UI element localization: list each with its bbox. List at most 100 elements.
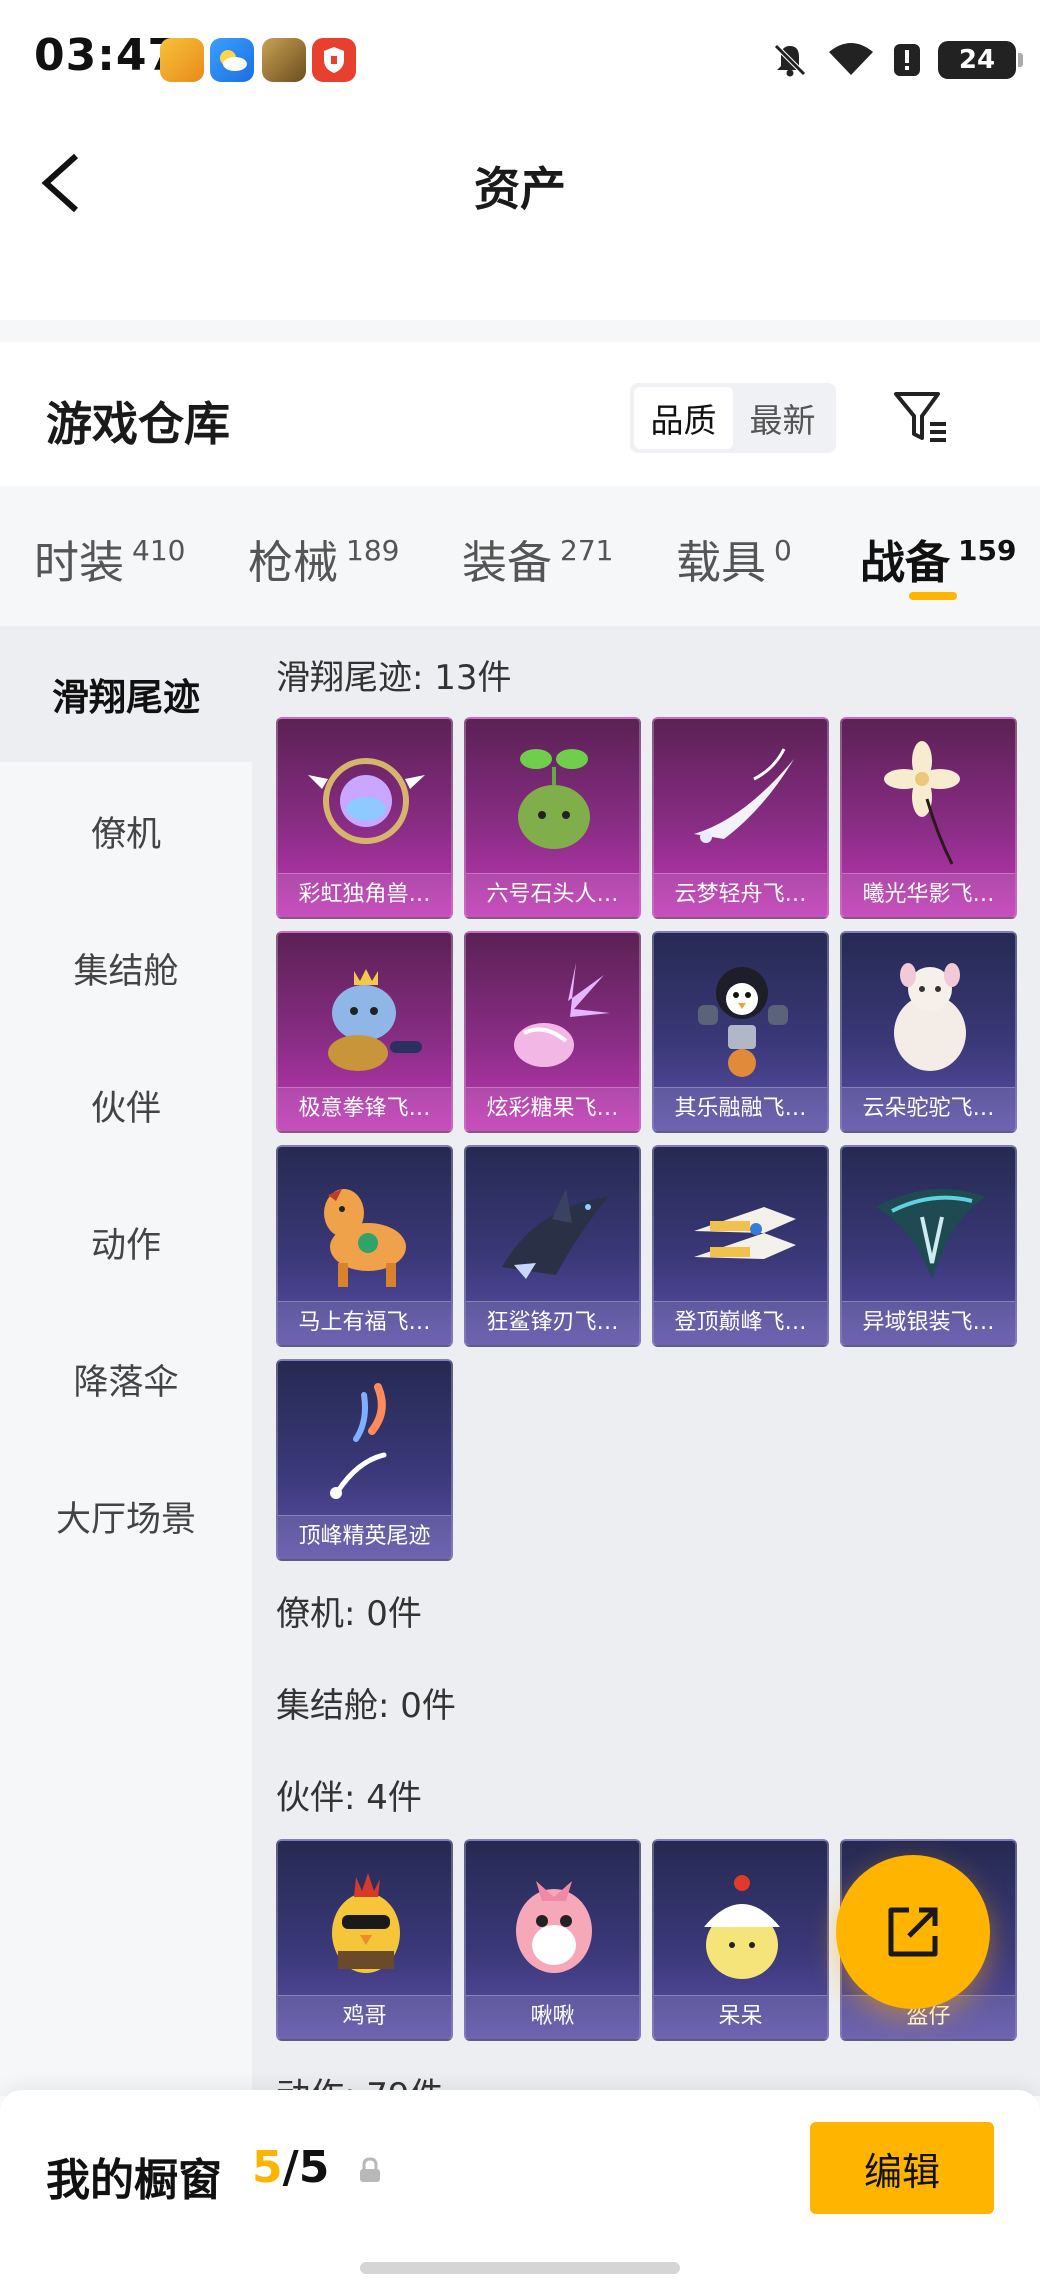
tab-fashion[interactable]: 时装 410 — [34, 526, 185, 591]
share-fab[interactable] — [836, 1855, 990, 2009]
tab-count: 0 — [774, 534, 792, 567]
tab-count: 159 — [958, 534, 1017, 567]
active-tab-indicator — [909, 592, 957, 600]
sidebar-item-emote[interactable]: 动作 — [0, 1174, 252, 1310]
item-label: 狂鲨锋刃飞… — [466, 1301, 639, 1345]
item-art — [704, 1875, 780, 1979]
item-art — [884, 741, 960, 865]
tab-label: 时装 — [34, 536, 125, 589]
sidebar-item-partner[interactable]: 伙伴 — [0, 1037, 252, 1173]
item-label: 曦光华影飞… — [842, 873, 1015, 917]
wifi-icon — [829, 43, 873, 75]
tab-count: 410 — [132, 534, 186, 567]
item-art — [330, 1383, 387, 1499]
tab-label: 枪械 — [248, 536, 339, 589]
item-card[interactable]: 异域银装飞… — [840, 1145, 1017, 1347]
sidebar-item-assembly-pod[interactable]: 集结舱 — [0, 900, 252, 1036]
bell-muted-icon — [774, 44, 806, 77]
sort-quality-option[interactable]: 品质 — [634, 387, 733, 449]
item-card[interactable]: 其乐融融飞… — [652, 931, 829, 1133]
item-card[interactable]: 六号石头人… — [464, 717, 641, 919]
item-art — [876, 1189, 986, 1279]
item-art — [514, 963, 610, 1067]
item-art — [516, 1881, 592, 1973]
item-label: 炫彩糖果飞… — [466, 1087, 639, 1131]
item-card[interactable]: 啾啾 — [464, 1839, 641, 2041]
status-time: 03:47 — [34, 30, 180, 81]
tab-guns[interactable]: 枪械 189 — [248, 526, 399, 591]
alert-icon — [894, 44, 920, 76]
tab-equipment[interactable]: 装备 271 — [462, 526, 613, 591]
sidebar-item-parachute[interactable]: 降落伞 — [0, 1311, 252, 1447]
item-label: 极意拳锋飞… — [278, 1087, 451, 1131]
item-label: 鸡哥 — [278, 1995, 451, 2039]
item-label: 登顶巅峰飞… — [654, 1301, 827, 1345]
item-card[interactable]: 曦光华影飞… — [840, 717, 1017, 919]
item-art — [502, 1189, 608, 1279]
warehouse-title: 游戏仓库 — [46, 397, 230, 451]
item-card[interactable]: 呆呆 — [652, 1839, 829, 2041]
battery-icon: 24 — [938, 41, 1023, 79]
section-title-wingman: 僚机: 0件 — [276, 1594, 422, 1634]
item-card[interactable]: 鸡哥 — [276, 1839, 453, 2041]
item-label: 彩虹独角兽… — [278, 873, 451, 917]
item-art — [518, 749, 590, 849]
item-label: 六号石头人… — [466, 873, 639, 917]
item-label: 其乐融融飞… — [654, 1087, 827, 1131]
tab-vehicles[interactable]: 载具 0 — [676, 526, 792, 591]
item-art — [894, 963, 966, 1071]
item-label: 顶峰精英尾迹 — [278, 1515, 451, 1559]
item-art — [694, 748, 794, 843]
item-card[interactable]: 极意拳锋飞… — [276, 931, 453, 1133]
item-label: 呆呆 — [654, 1995, 827, 2039]
category-tab-bar: 时装 410 枪械 189 装备 271 载具 0 战备 159 — [0, 486, 1040, 626]
item-card[interactable]: 炫彩糖果飞… — [464, 931, 641, 1133]
item-card[interactable]: 彩虹独角兽… — [276, 717, 453, 919]
showcase-count: 5/5 — [252, 2142, 329, 2193]
item-label: 云朵驼驼飞… — [842, 1087, 1015, 1131]
item-art — [328, 969, 422, 1071]
item-label: 马上有福飞… — [278, 1301, 451, 1345]
header-divider — [0, 320, 1040, 342]
section-title-glide-trail: 滑翔尾迹: 13件 — [276, 658, 512, 698]
game-app-icon-2 — [262, 38, 306, 82]
filter-button[interactable] — [888, 384, 954, 450]
tab-label: 战备 — [860, 536, 951, 589]
page-title: 资产 — [474, 162, 566, 216]
item-card[interactable]: 狂鲨锋刃飞… — [464, 1145, 641, 1347]
section-title-partner: 伙伴: 4件 — [276, 1778, 422, 1818]
item-card[interactable]: 登顶巅峰飞… — [652, 1145, 829, 1347]
sidebar-item-glide-trail[interactable]: 滑翔尾迹 — [0, 626, 252, 762]
item-card[interactable]: 马上有福飞… — [276, 1145, 453, 1347]
tab-label: 装备 — [462, 536, 553, 589]
showcase-count-separator: / — [282, 2142, 299, 2193]
sidebar-item-wingman[interactable]: 僚机 — [0, 763, 252, 899]
item-card[interactable]: 顶峰精英尾迹 — [276, 1359, 453, 1561]
item-label: 啾啾 — [466, 1995, 639, 2039]
item-art — [308, 758, 425, 844]
item-card[interactable]: 云朵驼驼飞… — [840, 931, 1017, 1133]
game-app-icon — [160, 38, 204, 82]
section-title-assembly-pod: 集结舱: 0件 — [276, 1686, 456, 1726]
tab-label: 载具 — [676, 536, 767, 589]
item-card[interactable]: 云梦轻舟飞… — [652, 717, 829, 919]
item-art — [324, 1189, 406, 1287]
weather-app-icon — [210, 38, 254, 82]
sidebar-item-lobby-scene[interactable]: 大厅场景 — [0, 1448, 252, 1584]
status-right: 24 — [770, 38, 1023, 82]
item-label: 云梦轻舟飞… — [654, 873, 827, 917]
tab-combat-gear[interactable]: 战备 159 — [860, 526, 1016, 591]
edit-showcase-button[interactable]: 编辑 — [810, 2122, 994, 2214]
shield-app-icon — [312, 38, 356, 82]
showcase-bar: 我的橱窗 5/5 编辑 — [0, 2090, 1040, 2295]
status-bar: 03:47 24 — [0, 0, 1040, 120]
item-art — [698, 967, 788, 1077]
sort-toggle: 品质 最新 — [630, 383, 836, 453]
showcase-label: 我的橱窗 — [46, 2155, 222, 2206]
lock-icon — [360, 2157, 380, 2182]
sort-latest-option[interactable]: 最新 — [733, 387, 832, 449]
showcase-count-current: 5 — [252, 2142, 283, 2193]
filter-icon — [894, 392, 946, 442]
tab-count: 189 — [346, 534, 400, 567]
home-indicator[interactable] — [360, 2262, 680, 2274]
